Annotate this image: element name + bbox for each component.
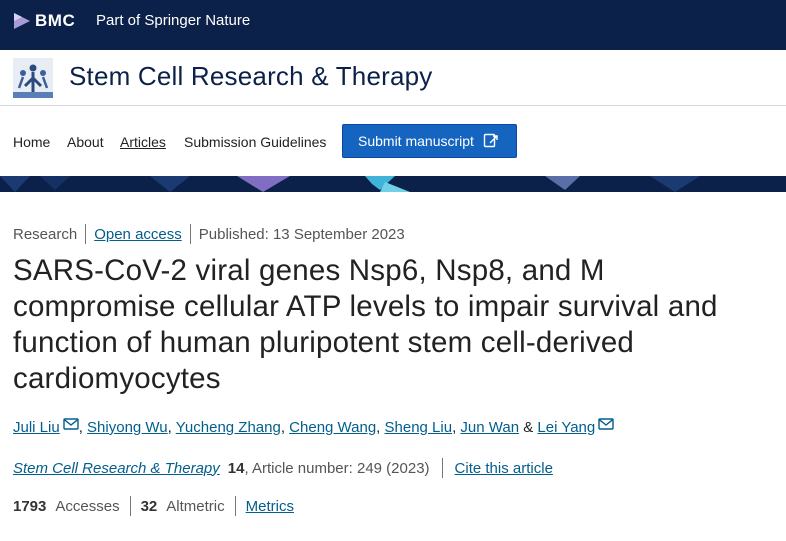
open-access-link[interactable]: Open access xyxy=(94,226,182,243)
meta-divider xyxy=(441,458,443,478)
top-bar: BMC Part of Springer Nature xyxy=(0,0,786,50)
author-list: Juli Liu, Shiyong Wu, Yucheng Zhang, Che… xyxy=(13,418,614,436)
bmc-logo[interactable]: BMC xyxy=(14,11,75,31)
journal-nav: Home About Articles Submission Guideline… xyxy=(0,106,786,176)
meta-divider xyxy=(129,496,131,516)
author-link[interactable]: Yucheng Zhang xyxy=(176,419,281,436)
mail-icon[interactable] xyxy=(63,418,79,430)
journal-citation-link[interactable]: Stem Cell Research & Therapy xyxy=(13,460,220,477)
nav-articles[interactable]: Articles xyxy=(120,134,166,150)
metrics-link[interactable]: Metrics xyxy=(246,498,294,515)
nav-home[interactable]: Home xyxy=(13,134,50,150)
submit-manuscript-label: Submit manuscript xyxy=(358,133,474,149)
article-type: Research xyxy=(13,225,78,243)
meta-divider xyxy=(189,224,191,244)
journal-title[interactable]: Stem Cell Research & Therapy xyxy=(69,61,433,92)
accesses-count: 1793 xyxy=(13,497,47,515)
citation-row: Stem Cell Research & Therapy 14 , Articl… xyxy=(13,458,553,478)
nav-submission-guidelines[interactable]: Submission Guidelines xyxy=(184,134,326,150)
bmc-logo-icon xyxy=(14,13,30,29)
submit-icon xyxy=(483,133,498,148)
banner-pattern-icon xyxy=(0,176,786,192)
journal-logo-icon[interactable] xyxy=(13,58,53,98)
author-link[interactable]: Sheng Liu xyxy=(385,419,453,436)
altmetric-count: 32 xyxy=(140,497,158,515)
article-number: , Article number: 249 (2023) xyxy=(244,459,430,477)
mail-icon[interactable] xyxy=(598,418,614,430)
accesses-label: Accesses xyxy=(55,497,120,515)
altmetric-label: Altmetric xyxy=(166,497,225,515)
author-link[interactable]: Jun Wan xyxy=(460,419,519,436)
springer-nature-tagline[interactable]: Part of Springer Nature xyxy=(96,12,250,29)
cite-this-article-link[interactable]: Cite this article xyxy=(455,460,553,477)
article-title: SARS-CoV-2 viral genes Nsp6, Nsp8, and M… xyxy=(13,254,718,395)
meta-divider xyxy=(234,496,236,516)
nav-about[interactable]: About xyxy=(67,134,104,150)
author-link[interactable]: Lei Yang xyxy=(537,419,595,436)
submit-manuscript-button[interactable]: Submit manuscript xyxy=(342,124,517,158)
metrics-row: 1793 Accesses 32 Altmetric Metrics xyxy=(13,496,294,516)
meta-divider xyxy=(85,224,87,244)
article-meta: Research Open access Published: 13 Septe… xyxy=(13,224,405,244)
author-link[interactable]: Cheng Wang xyxy=(289,419,376,436)
author-link[interactable]: Shiyong Wu xyxy=(87,419,168,436)
bmc-brand: BMC xyxy=(35,11,76,30)
journal-header: Stem Cell Research & Therapy xyxy=(0,50,786,106)
published-date: Published: 13 September 2023 xyxy=(198,225,405,243)
author-link[interactable]: Juli Liu xyxy=(13,419,60,436)
decorative-banner xyxy=(0,176,786,192)
volume-number: 14 xyxy=(227,459,245,477)
